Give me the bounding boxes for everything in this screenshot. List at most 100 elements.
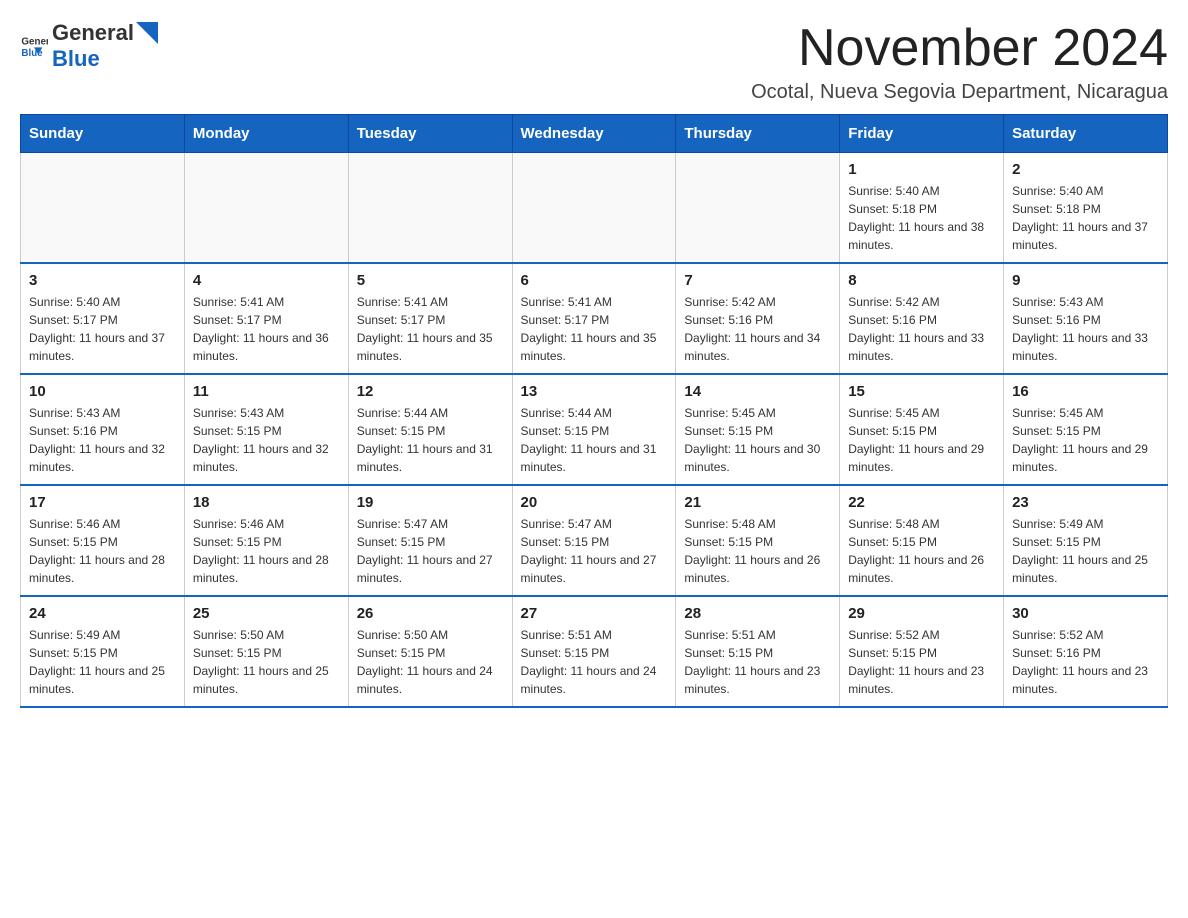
svg-text:Blue: Blue [21,48,43,59]
calendar-cell: 13 Sunrise: 5:44 AMSunset: 5:15 PMDayligh… [512,374,676,485]
location-subtitle: Ocotal, Nueva Segovia Department, Nicara… [751,81,1168,104]
calendar-cell: 7 Sunrise: 5:42 AMSunset: 5:16 PMDaylight… [676,263,840,374]
day-info: Sunrise: 5:50 AMSunset: 5:15 PMDaylight:… [357,626,504,698]
calendar-cell: 17 Sunrise: 5:46 AMSunset: 5:15 PMDayligh… [21,485,185,596]
day-number: 20 [521,494,668,511]
calendar-cell [348,153,512,264]
calendar-week-row: 24 Sunrise: 5:49 AMSunset: 5:15 PMDayligh… [21,596,1168,707]
calendar-week-row: 3 Sunrise: 5:40 AMSunset: 5:17 PMDaylight… [21,263,1168,374]
day-info: Sunrise: 5:45 AMSunset: 5:15 PMDaylight:… [684,404,831,476]
day-number: 13 [521,383,668,400]
weekday-header-wednesday: Wednesday [512,115,676,153]
day-number: 5 [357,272,504,289]
calendar-cell: 16 Sunrise: 5:45 AMSunset: 5:15 PMDayligh… [1004,374,1168,485]
day-number: 14 [684,383,831,400]
day-number: 9 [1012,272,1159,289]
day-info: Sunrise: 5:40 AMSunset: 5:18 PMDaylight:… [1012,182,1159,254]
page-header: General Blue General Blue November 2024 … [20,20,1168,104]
day-number: 3 [29,272,176,289]
day-number: 6 [521,272,668,289]
month-title: November 2024 [751,20,1168,77]
calendar-table: SundayMondayTuesdayWednesdayThursdayFrid… [20,114,1168,708]
calendar-week-row: 17 Sunrise: 5:46 AMSunset: 5:15 PMDayligh… [21,485,1168,596]
weekday-header-monday: Monday [184,115,348,153]
calendar-cell: 12 Sunrise: 5:44 AMSunset: 5:15 PMDayligh… [348,374,512,485]
calendar-cell: 15 Sunrise: 5:45 AMSunset: 5:15 PMDayligh… [840,374,1004,485]
svg-text:General: General [21,37,48,48]
calendar-cell: 23Sunrise: 5:49 AMSunset: 5:15 PMDayligh… [1004,485,1168,596]
day-number: 8 [848,272,995,289]
weekday-header-saturday: Saturday [1004,115,1168,153]
day-number: 24 [29,605,176,622]
day-info: Sunrise: 5:40 AMSunset: 5:17 PMDaylight:… [29,293,176,365]
calendar-cell: 24 Sunrise: 5:49 AMSunset: 5:15 PMDayligh… [21,596,185,707]
calendar-cell: 11Sunrise: 5:43 AMSunset: 5:15 PMDayligh… [184,374,348,485]
day-info: Sunrise: 5:40 AMSunset: 5:18 PMDaylight:… [848,182,995,254]
logo-general: General [52,20,134,46]
day-number: 2 [1012,161,1159,178]
day-number: 21 [684,494,831,511]
day-number: 23 [1012,494,1159,511]
calendar-cell: 4Sunrise: 5:41 AMSunset: 5:17 PMDaylight… [184,263,348,374]
day-number: 25 [193,605,340,622]
day-info: Sunrise: 5:52 AMSunset: 5:15 PMDaylight:… [848,626,995,698]
calendar-cell: 20 Sunrise: 5:47 AMSunset: 5:15 PMDayligh… [512,485,676,596]
calendar-cell: 14 Sunrise: 5:45 AMSunset: 5:15 PMDayligh… [676,374,840,485]
day-info: Sunrise: 5:52 AMSunset: 5:16 PMDaylight:… [1012,626,1159,698]
calendar-cell: 30 Sunrise: 5:52 AMSunset: 5:16 PMDayligh… [1004,596,1168,707]
day-info: Sunrise: 5:51 AMSunset: 5:15 PMDaylight:… [684,626,831,698]
calendar-cell: 19Sunrise: 5:47 AMSunset: 5:15 PMDayligh… [348,485,512,596]
day-info: Sunrise: 5:47 AMSunset: 5:15 PMDaylight:… [357,515,504,587]
day-info: Sunrise: 5:50 AMSunset: 5:15 PMDaylight:… [193,626,340,698]
calendar-cell: 26 Sunrise: 5:50 AMSunset: 5:15 PMDayligh… [348,596,512,707]
day-info: Sunrise: 5:44 AMSunset: 5:15 PMDaylight:… [521,404,668,476]
day-info: Sunrise: 5:46 AMSunset: 5:15 PMDaylight:… [29,515,176,587]
calendar-cell: 29 Sunrise: 5:52 AMSunset: 5:15 PMDayligh… [840,596,1004,707]
calendar-cell [512,153,676,264]
calendar-cell: 28 Sunrise: 5:51 AMSunset: 5:15 PMDayligh… [676,596,840,707]
day-number: 4 [193,272,340,289]
calendar-cell: 3 Sunrise: 5:40 AMSunset: 5:17 PMDaylight… [21,263,185,374]
day-number: 28 [684,605,831,622]
calendar-cell [676,153,840,264]
day-number: 7 [684,272,831,289]
day-info: Sunrise: 5:42 AMSunset: 5:16 PMDaylight:… [684,293,831,365]
weekday-header-tuesday: Tuesday [348,115,512,153]
day-info: Sunrise: 5:45 AMSunset: 5:15 PMDaylight:… [1012,404,1159,476]
day-number: 16 [1012,383,1159,400]
calendar-cell: 25 Sunrise: 5:50 AMSunset: 5:15 PMDayligh… [184,596,348,707]
calendar-cell [21,153,185,264]
day-number: 26 [357,605,504,622]
calendar-cell: 1 Sunrise: 5:40 AMSunset: 5:18 PMDaylight… [840,153,1004,264]
day-number: 29 [848,605,995,622]
logo-triangle-icon [136,22,158,44]
logo: General Blue General Blue [20,20,158,72]
day-number: 11 [193,383,340,400]
weekday-header-friday: Friday [840,115,1004,153]
calendar-cell: 8 Sunrise: 5:42 AMSunset: 5:16 PMDaylight… [840,263,1004,374]
day-number: 17 [29,494,176,511]
day-info: Sunrise: 5:42 AMSunset: 5:16 PMDaylight:… [848,293,995,365]
calendar-body: 1 Sunrise: 5:40 AMSunset: 5:18 PMDaylight… [21,153,1168,708]
day-number: 12 [357,383,504,400]
day-number: 30 [1012,605,1159,622]
day-number: 1 [848,161,995,178]
calendar-cell: 22 Sunrise: 5:48 AMSunset: 5:15 PMDayligh… [840,485,1004,596]
calendar-header: SundayMondayTuesdayWednesdayThursdayFrid… [21,115,1168,153]
day-info: Sunrise: 5:43 AMSunset: 5:16 PMDaylight:… [29,404,176,476]
day-info: Sunrise: 5:45 AMSunset: 5:15 PMDaylight:… [848,404,995,476]
day-info: Sunrise: 5:41 AMSunset: 5:17 PMDaylight:… [521,293,668,365]
day-number: 22 [848,494,995,511]
calendar-cell: 18Sunrise: 5:46 AMSunset: 5:15 PMDayligh… [184,485,348,596]
calendar-cell: 9Sunrise: 5:43 AMSunset: 5:16 PMDaylight… [1004,263,1168,374]
day-info: Sunrise: 5:49 AMSunset: 5:15 PMDaylight:… [29,626,176,698]
day-info: Sunrise: 5:48 AMSunset: 5:15 PMDaylight:… [848,515,995,587]
day-number: 15 [848,383,995,400]
day-info: Sunrise: 5:44 AMSunset: 5:15 PMDaylight:… [357,404,504,476]
day-number: 27 [521,605,668,622]
day-info: Sunrise: 5:47 AMSunset: 5:15 PMDaylight:… [521,515,668,587]
day-info: Sunrise: 5:46 AMSunset: 5:15 PMDaylight:… [193,515,340,587]
day-info: Sunrise: 5:51 AMSunset: 5:15 PMDaylight:… [521,626,668,698]
day-info: Sunrise: 5:41 AMSunset: 5:17 PMDaylight:… [357,293,504,365]
logo-icon: General Blue [20,32,48,60]
